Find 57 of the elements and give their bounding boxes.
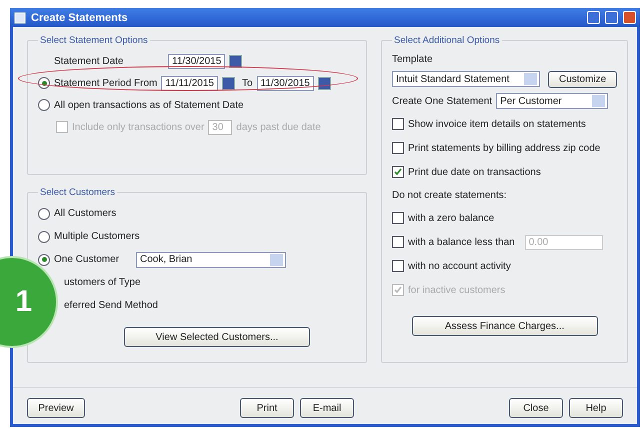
customize-button[interactable]: Customize (548, 70, 618, 88)
radio-button[interactable] (38, 99, 50, 111)
group-title: Select Additional Options (393, 35, 501, 46)
radio-label: Multiple Customers (54, 231, 140, 242)
window-icon (14, 12, 26, 24)
per-dropdown[interactable]: Per Customer (496, 93, 608, 109)
checkbox-label: with a balance less than (408, 236, 515, 248)
checkbox[interactable] (392, 166, 404, 178)
close-icon[interactable] (623, 11, 636, 24)
radio-label: All Customers (54, 208, 116, 219)
radio-button[interactable] (38, 77, 50, 89)
section-label: Do not create statements: (392, 190, 507, 200)
field-label: Statement Date (53, 56, 124, 66)
radio-button[interactable] (38, 254, 50, 266)
footer-button[interactable]: E-mail (300, 398, 354, 418)
checkbox-label: with no account activity (408, 260, 511, 272)
template-dropdown[interactable]: Intuit Standard Statement (392, 71, 540, 87)
radio-button[interactable] (38, 230, 50, 242)
date-field[interactable]: 11/11/2015 (161, 76, 218, 90)
group-title: Select Statement Options (39, 35, 149, 46)
radio-label: All open transactions as of Statement Date (54, 100, 244, 110)
checkbox-label: Print statements by billing address zip code (408, 142, 600, 154)
checkbox[interactable] (392, 260, 404, 272)
radio-label: Statement Period From (54, 78, 158, 88)
footer-button[interactable]: Close (509, 398, 563, 418)
checkbox[interactable] (392, 118, 404, 130)
checkbox[interactable] (392, 142, 404, 154)
checkbox-label: Include only transactions over (72, 122, 204, 132)
checkbox-label: Print due date on transactions (408, 166, 541, 178)
checkbox-label: days past due date (236, 122, 321, 132)
radio-button[interactable] (38, 208, 50, 220)
group-title: Select Customers (39, 187, 116, 198)
minimize-icon[interactable] (587, 11, 600, 24)
view-customers-button[interactable]: View Selected Customers... (124, 327, 310, 347)
checkbox[interactable] (392, 212, 404, 224)
checkbox[interactable] (392, 236, 404, 248)
calendar-icon[interactable] (318, 76, 331, 90)
checkbox-label: Show invoice item details on statements (408, 118, 586, 130)
footer-button[interactable]: Help (569, 398, 623, 418)
checkbox-label: with a zero balance (408, 212, 494, 224)
field-label: Create One Statement (392, 96, 492, 106)
maximize-icon[interactable] (605, 11, 618, 24)
customer-dropdown[interactable]: Cook, Brian (136, 252, 286, 268)
date-field[interactable]: 11/30/2015 (168, 54, 226, 68)
calendar-icon[interactable] (229, 54, 242, 68)
radio-label: eferred Send Method (64, 300, 158, 311)
field-label: To (242, 78, 253, 88)
radio-label: ustomers of Type (64, 277, 141, 288)
window-title: Create Statements (31, 12, 129, 24)
field-label: Template (392, 54, 433, 64)
calendar-icon[interactable] (222, 76, 235, 90)
date-field[interactable]: 11/30/2015 (256, 76, 314, 90)
footer-button[interactable]: Print (240, 398, 294, 418)
radio-label: One Customer (54, 254, 120, 265)
assess-charges-button[interactable]: Assess Finance Charges... (412, 316, 598, 336)
preview-button[interactable]: Preview (27, 398, 85, 418)
checkbox-label: for inactive customers (408, 284, 506, 296)
